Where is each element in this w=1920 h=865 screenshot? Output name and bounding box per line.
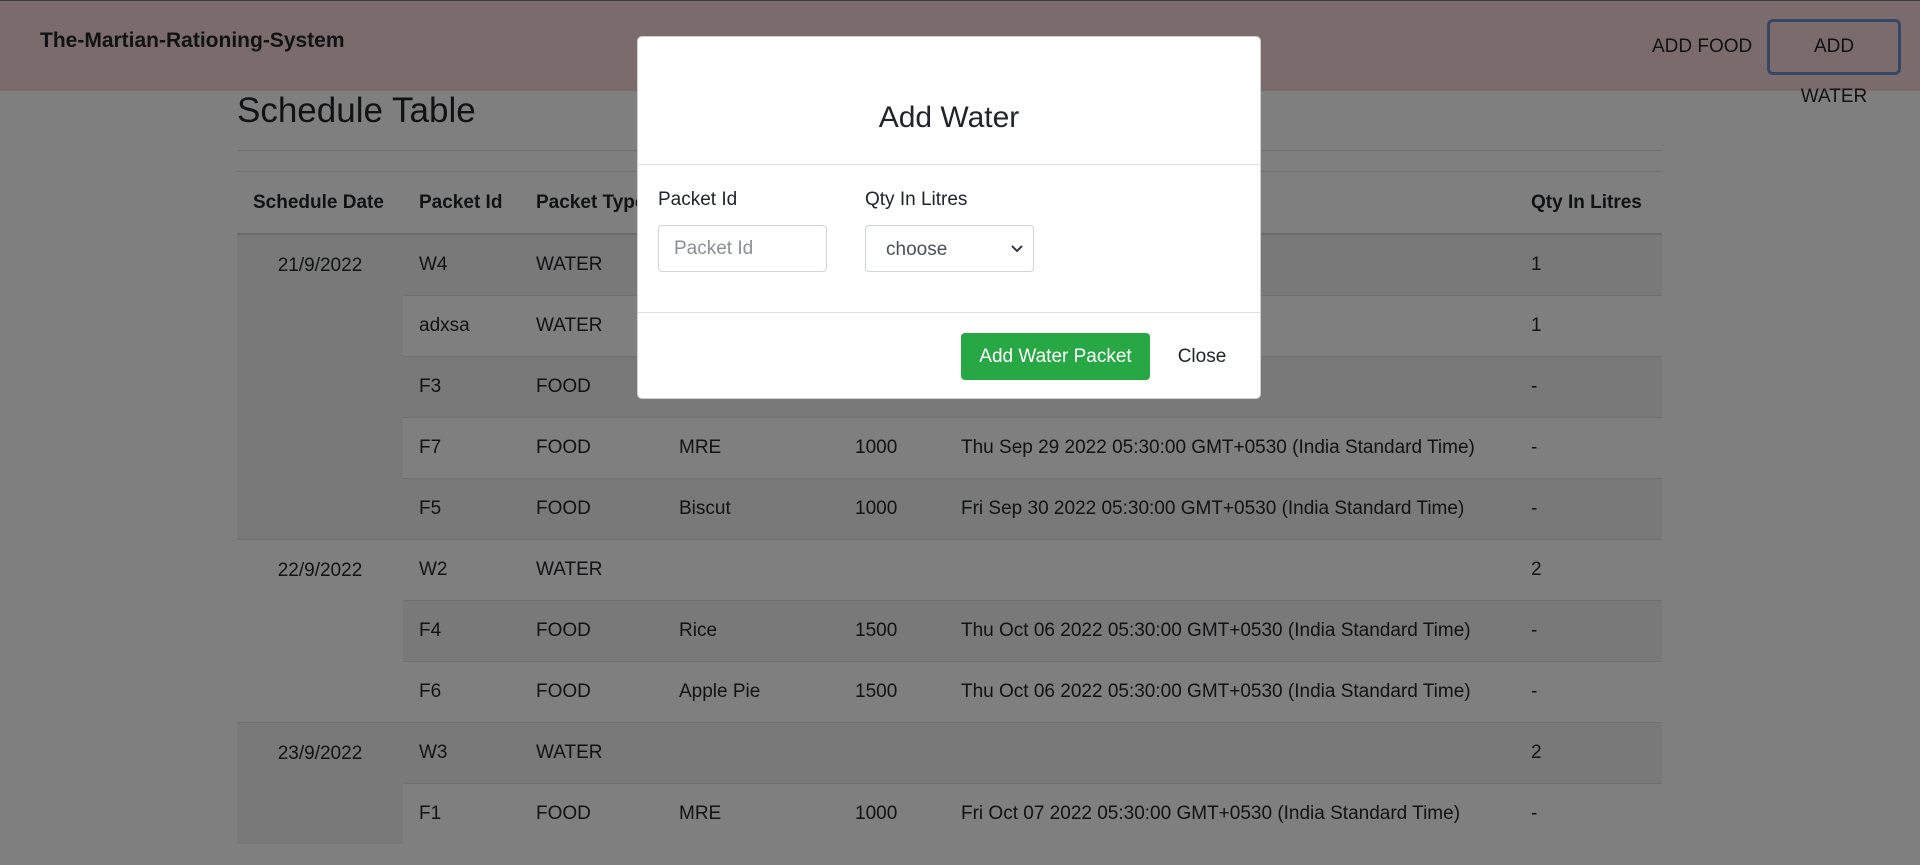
modal-title: Add Water [878, 101, 1020, 134]
qty-in-litres-label: Qty In Litres [865, 189, 968, 210]
packet-id-input[interactable] [658, 225, 827, 272]
packet-id-label: Packet Id [658, 189, 738, 210]
add-water-modal: Add Water Packet Id Qty In Litres choose… [637, 36, 1261, 399]
add-water-packet-button[interactable]: Add Water Packet [961, 333, 1150, 380]
close-button[interactable]: Close [1162, 333, 1242, 380]
modal-footer: Add Water Packet Close [638, 313, 1260, 400]
qty-select-value: choose [886, 239, 948, 260]
modal-body: Packet Id Qty In Litres choose [638, 165, 1260, 313]
qty-in-litres-select[interactable]: choose [865, 225, 1034, 272]
modal-header: Add Water [638, 37, 1260, 165]
chevron-down-icon [1011, 245, 1023, 253]
